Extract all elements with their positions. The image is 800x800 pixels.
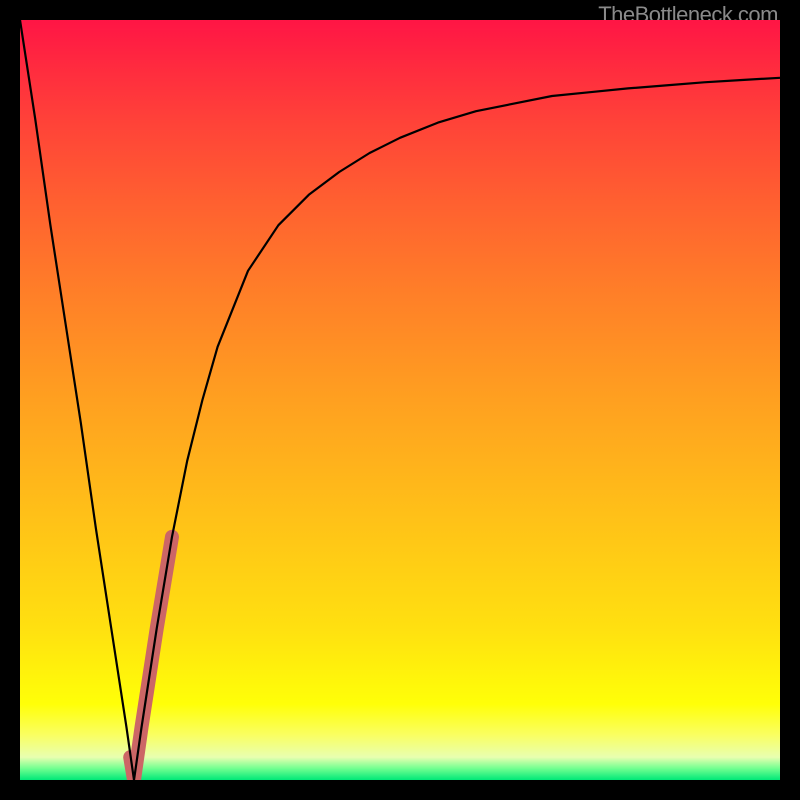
plot-area	[20, 20, 780, 780]
curve-svg	[20, 20, 780, 780]
chart-frame: TheBottleneck.com	[0, 0, 800, 800]
bottleneck-curve	[20, 20, 780, 780]
